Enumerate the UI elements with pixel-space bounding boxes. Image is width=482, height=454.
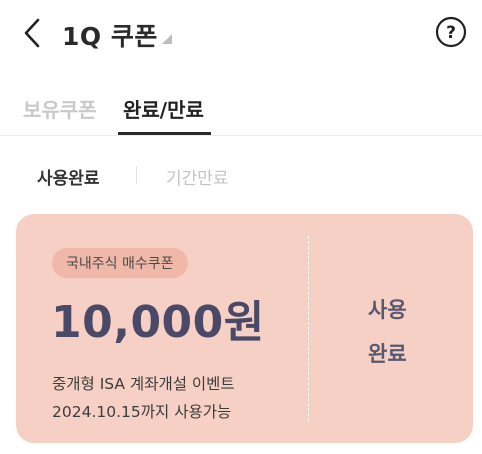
back-button[interactable] <box>18 14 48 52</box>
header: 1Q 쿠폰 ? <box>0 0 482 66</box>
coupon-amount: 10,000원 <box>51 297 265 348</box>
chevron-left-icon <box>24 18 40 48</box>
caret-down-icon[interactable] <box>162 34 172 44</box>
page-title[interactable]: 1Q 쿠폰 <box>62 17 158 53</box>
filter-used[interactable]: 사용완료 <box>37 164 100 189</box>
help-circle-icon: ? <box>435 16 467 48</box>
filter-expired[interactable]: 기간만료 <box>166 164 229 189</box>
tab-owned-coupons[interactable]: 보유쿠폰 <box>23 94 97 123</box>
active-tab-indicator <box>118 132 211 135</box>
tab-bar: 보유쿠폰 완료/만료 <box>0 84 482 136</box>
coupon-description: 중개형 ISA 계좌개설 이벤트 <box>52 375 235 393</box>
coupon-type-badge: 국내주식 매수쿠폰 <box>52 248 188 278</box>
tab-completed-expired[interactable]: 완료/만료 <box>123 94 204 123</box>
filter-divider <box>136 166 137 184</box>
coupon-card[interactable]: 국내주식 매수쿠폰 10,000원 중개형 ISA 계좌개설 이벤트 2024.… <box>16 214 473 443</box>
coupon-page: 1Q 쿠폰 ? 보유쿠폰 완료/만료 사용완료 기간만료 국내주식 매수쿠폰 1… <box>0 0 482 454</box>
svg-text:?: ? <box>446 23 456 43</box>
card-dashed-divider <box>308 236 309 421</box>
help-button[interactable]: ? <box>435 16 467 48</box>
coupon-status-line1: 사용 <box>368 298 407 322</box>
coupon-validity: 2024.10.15까지 사용가능 <box>52 403 232 421</box>
coupon-status-line2: 완료 <box>368 342 407 366</box>
